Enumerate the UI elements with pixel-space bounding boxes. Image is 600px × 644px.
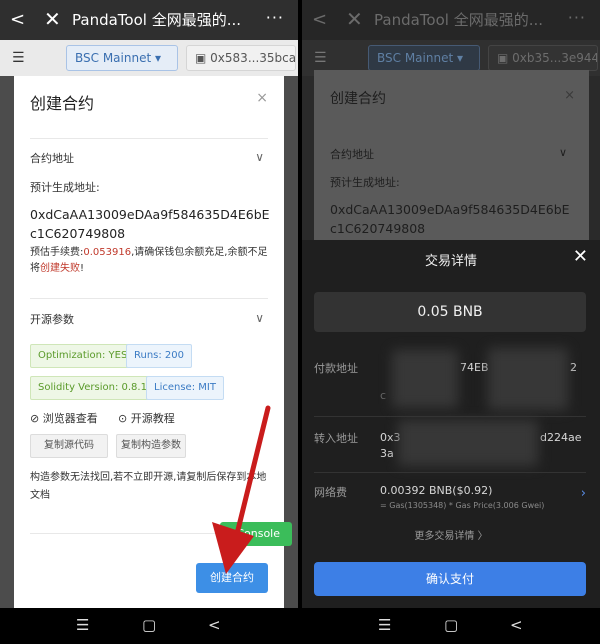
menu-icon[interactable]: ☰ bbox=[314, 50, 327, 66]
network-selector[interactable]: BSC Mainnet ▾ bbox=[368, 45, 480, 71]
more-icon[interactable]: ··· bbox=[568, 8, 586, 27]
transaction-sheet: 交易详情 ✕ 0.05 BNB 付款地址 74EB 2 c 转入地址 0x3 d… bbox=[302, 240, 600, 608]
fee-label: 网络费 bbox=[314, 486, 347, 499]
network-fee: 0.00392 BNB($0.92) bbox=[380, 484, 493, 497]
chevron-down-icon: ∨ bbox=[558, 146, 567, 159]
modal-title: 创建合约 bbox=[330, 91, 386, 107]
close-icon[interactable]: ✕ bbox=[573, 246, 588, 267]
right-screen: < ✕ PandaTool 全网最强的... ··· ☰ BSC Mainnet… bbox=[302, 0, 600, 608]
more-details-link[interactable]: 更多交易详情 〉 bbox=[302, 527, 600, 542]
back-icon[interactable]: < bbox=[510, 616, 523, 634]
predicted-address-label: 预计生成地址: bbox=[330, 176, 400, 189]
section-contract-address: 合约地址 bbox=[330, 148, 374, 161]
from-address-end: 2 bbox=[570, 361, 577, 374]
home-icon[interactable]: ▢ bbox=[444, 616, 458, 634]
home-icon[interactable]: ▢ bbox=[142, 616, 156, 634]
chevron-down-icon: ▾ bbox=[457, 51, 464, 65]
create-contract-modal-dimmed: 创建合约 × 合约地址 ∨ 预计生成地址: 0xdCaAA13009eDAa9f… bbox=[314, 70, 589, 240]
redaction-blur bbox=[392, 350, 458, 408]
amount-display: 0.05 BNB bbox=[314, 292, 586, 332]
close-icon[interactable]: ✕ bbox=[346, 9, 363, 29]
red-arrow-annotation bbox=[212, 405, 271, 574]
chevron-right-icon[interactable]: › bbox=[581, 486, 586, 501]
system-nav-left: ☰ ▢ < bbox=[0, 608, 298, 644]
to-address-end: d224ae bbox=[540, 431, 582, 444]
menu-icon[interactable]: ☰ bbox=[378, 616, 391, 634]
divider bbox=[314, 472, 586, 473]
system-nav-right: ☰ ▢ < bbox=[302, 608, 600, 644]
divider bbox=[314, 416, 586, 417]
wallet-icon: ▣ bbox=[497, 51, 509, 65]
gas-detail: = Gas(1305348) * Gas Price(3.006 Gwei) bbox=[380, 501, 545, 510]
wallet-address[interactable]: ▣ 0xb35...3e944 bbox=[488, 45, 598, 71]
back-icon[interactable]: < bbox=[208, 616, 221, 634]
from-address-line2: c bbox=[380, 389, 387, 402]
redaction-blur bbox=[488, 348, 568, 410]
close-icon: × bbox=[564, 88, 575, 103]
redaction-blur bbox=[398, 420, 538, 466]
page-title: PandaTool 全网最强的... bbox=[374, 11, 543, 29]
sheet-title: 交易详情 bbox=[424, 254, 477, 269]
back-icon[interactable]: < bbox=[312, 10, 327, 30]
left-screen: < ✕ PandaTool 全网最强的... ··· ☰ BSC Mainnet… bbox=[0, 0, 298, 608]
from-label: 付款地址 bbox=[314, 362, 358, 375]
menu-icon[interactable]: ☰ bbox=[76, 616, 89, 634]
to-label: 转入地址 bbox=[314, 432, 358, 445]
predicted-address: 0xdCaAA13009eDAa9f584635D4E6bEc1C6207498… bbox=[330, 202, 570, 236]
browser-top-bar: < ✕ PandaTool 全网最强的... ··· bbox=[302, 0, 600, 40]
confirm-pay-button[interactable]: 确认支付 bbox=[314, 562, 586, 596]
